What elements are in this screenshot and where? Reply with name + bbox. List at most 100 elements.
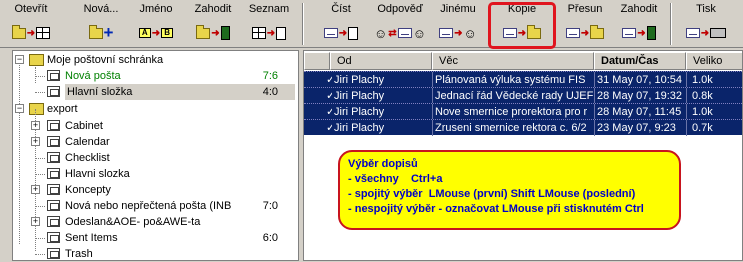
print-button[interactable]: Tisk ➜ xyxy=(682,2,730,46)
column-header-date[interactable]: Datum/Čas xyxy=(594,52,686,70)
delete-folder-button-label: Zahodit xyxy=(194,3,232,15)
delete-message-button[interactable]: Zahodit ➜ xyxy=(614,2,664,46)
column-header-subject[interactable]: Věc xyxy=(432,52,594,70)
tree-item-count: 7:0 xyxy=(262,200,278,212)
toolbar-separator xyxy=(302,3,304,45)
folder-icon xyxy=(47,168,60,179)
arrow-icon: ➜ xyxy=(151,27,161,39)
expand-icon[interactable]: + xyxy=(31,121,40,130)
person-icon: ☺ xyxy=(412,25,426,41)
note-title: Výběr dopisů xyxy=(348,158,418,170)
message-size: 1.0k xyxy=(686,72,742,88)
arrow-icon: ➜ xyxy=(211,27,220,39)
tree-item-calendar[interactable]: + Calendar xyxy=(13,134,298,150)
rename-button[interactable]: Jméno A ➜ B xyxy=(130,2,182,46)
mailbox-folder-icon xyxy=(29,54,44,66)
folder-icon xyxy=(196,24,211,39)
tree-line xyxy=(35,158,45,159)
collapse-icon[interactable]: − xyxy=(15,104,24,113)
tree-item-odeslana-posta[interactable]: + Odeslan&AOE- po&AWE-ta xyxy=(13,214,298,230)
selection-help-note: Výběr dopisů - všechny Ctrl+a - spojitý … xyxy=(338,150,681,230)
folder-icon xyxy=(47,120,60,131)
reply-button[interactable]: Odpověď ☺ ⇄ ☺ xyxy=(372,2,428,46)
folder-icon xyxy=(47,152,60,163)
note-line: - spojitý výběr LMouse (první) Shift LMo… xyxy=(348,188,636,200)
arrow-icon: ➜ xyxy=(26,27,36,39)
tree-root-mailbox[interactable]: − Moje poštovní schránka xyxy=(13,52,298,68)
tree-item-checklist[interactable]: Checklist xyxy=(13,150,298,166)
tree-item-label: Trash xyxy=(65,248,93,260)
list-button[interactable]: Seznam ➜ xyxy=(244,2,294,46)
delete-folder-button[interactable]: Zahodit ➜ xyxy=(188,2,238,46)
list-button-label: Seznam xyxy=(248,3,290,15)
tree-line xyxy=(35,238,45,239)
tree-root-export[interactable]: − export xyxy=(13,101,298,117)
tree-line xyxy=(35,76,45,77)
move-button[interactable]: Přesun ➜ xyxy=(560,2,610,46)
message-date: 28 May 07, 11:45 xyxy=(594,104,686,120)
message-size: 1.0k xyxy=(686,104,742,120)
note-line: - nespojitý výběr - označovat LMouse při… xyxy=(348,203,644,215)
message-subject: Plánovaná výluka systému FIS xyxy=(432,72,594,88)
open-button[interactable]: Otevřít ➜ xyxy=(8,2,54,46)
message-from: Jiri Plachy xyxy=(334,106,385,118)
page-icon xyxy=(348,26,359,40)
envelope-icon xyxy=(622,28,637,38)
message-row[interactable]: ✓ Jiri Plachy Zruseni smernice rektora c… xyxy=(304,119,742,136)
message-date: 28 May 07, 19:32 xyxy=(594,88,686,104)
envelope-icon xyxy=(685,28,700,38)
message-subject: Nove smernice prorektora pro r xyxy=(432,104,594,120)
folder-icon xyxy=(47,248,60,259)
delete-message-button-label: Zahodit xyxy=(620,3,658,15)
read-check-icon: ✓ xyxy=(324,104,332,120)
folder-icon xyxy=(47,86,60,97)
tree-item-count: 6:0 xyxy=(262,232,278,244)
message-row[interactable]: ✓ Jiri Plachy Plánovaná výluka systému F… xyxy=(304,71,742,88)
tree-item-inbox[interactable]: Nová nebo nepřečtená pošta (INB 7:0 xyxy=(13,198,298,214)
tree-item-count: 4:0 xyxy=(262,86,278,98)
tree-item-trash[interactable]: Trash xyxy=(13,246,298,262)
read-button-label: Číst xyxy=(331,3,351,15)
read-button[interactable]: Číst ➜ xyxy=(316,2,366,46)
column-header-flag[interactable] xyxy=(304,52,330,70)
new-folder-icon xyxy=(88,24,103,39)
forward-button-label: Jinému xyxy=(440,3,476,15)
message-row[interactable]: ✓ Jiri Plachy Nove smernice prorektora p… xyxy=(304,103,742,120)
tree-item-hlavni-slozka[interactable]: Hlavní složka 4:0 xyxy=(13,84,298,100)
toolbar-separator xyxy=(670,3,672,45)
tree-line xyxy=(35,174,45,175)
tree-line xyxy=(35,254,45,255)
tree-item-nova-posta[interactable]: Nová pošta 7:6 xyxy=(13,68,298,84)
tree-item-sent-items[interactable]: Sent Items 6:0 xyxy=(13,230,298,246)
message-from: Jiri Plachy xyxy=(334,90,385,102)
print-icon xyxy=(710,28,727,38)
column-header-from[interactable]: Od xyxy=(330,52,432,70)
new-button[interactable]: Nová... + xyxy=(78,2,124,46)
tree-item-label: Cabinet xyxy=(65,120,103,132)
tree-root-label: Moje poštovní schránka xyxy=(47,54,164,66)
arrow-icon: ⇄ xyxy=(388,27,397,39)
expand-icon[interactable]: + xyxy=(31,185,40,194)
folder-icon xyxy=(11,24,26,39)
envelope-icon xyxy=(439,28,454,38)
read-check-icon: ✓ xyxy=(324,72,332,88)
reply-button-label: Odpověď xyxy=(377,3,423,15)
tree-item-cabinet[interactable]: + Cabinet xyxy=(13,118,298,134)
folder-icon xyxy=(47,184,60,195)
column-header-size[interactable]: Veliko xyxy=(686,52,742,70)
collapse-icon[interactable]: − xyxy=(15,55,24,64)
tree-item-label: Hlavní složka xyxy=(67,86,133,98)
arrow-icon: ➜ xyxy=(454,27,463,39)
tree-item-hlavni-slozka-export[interactable]: Hlavni slozka xyxy=(13,166,298,182)
message-from: Jiri Plachy xyxy=(334,122,385,134)
expand-icon[interactable]: + xyxy=(31,217,40,226)
message-row[interactable]: ✓ Jiri Plachy Jednací řád Vědecké rady U… xyxy=(304,87,742,104)
expand-icon[interactable]: + xyxy=(31,137,40,146)
tree-item-koncepty[interactable]: + Koncepty xyxy=(13,182,298,198)
label-b-icon: B xyxy=(161,28,174,38)
tree-line xyxy=(35,206,45,207)
move-button-label: Přesun xyxy=(567,3,603,15)
move-icon xyxy=(590,24,605,39)
forward-button[interactable]: Jinému ➜ ☺ xyxy=(434,2,482,46)
envelope-icon xyxy=(323,28,338,38)
